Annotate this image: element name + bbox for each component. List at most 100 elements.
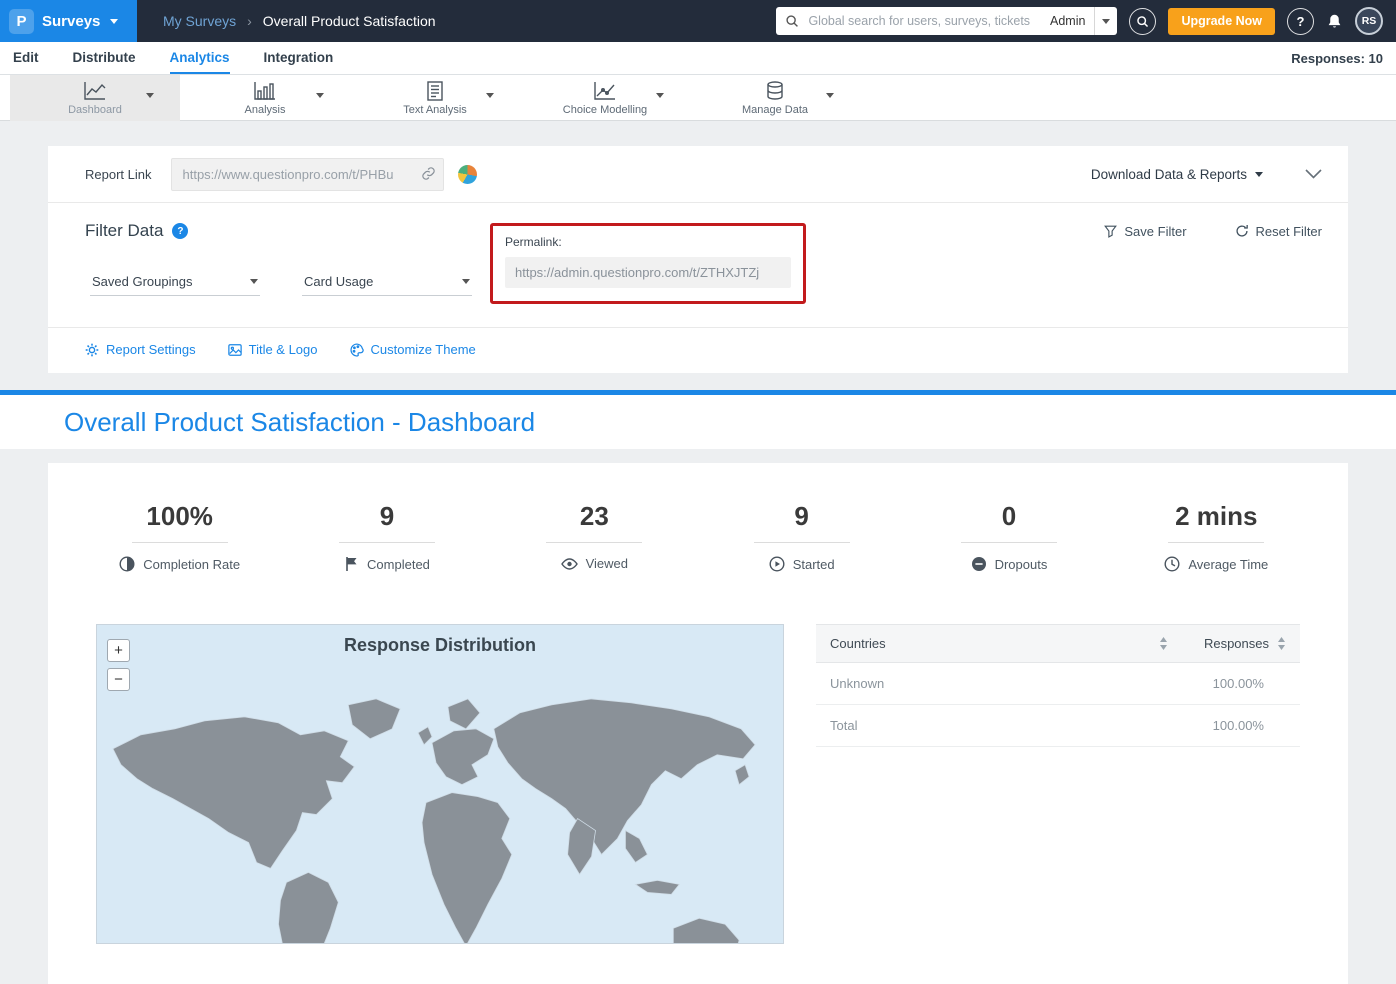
filter-section: Filter Data ? Save Filter Reset Filter S… — [48, 203, 1348, 327]
stat-dropouts: 0 Dropouts — [905, 501, 1112, 572]
reset-filter-button[interactable]: Reset Filter — [1235, 224, 1322, 239]
caret-down-icon — [250, 279, 258, 284]
table-row: Total 100.00% — [816, 705, 1300, 747]
notifications-button[interactable] — [1326, 13, 1343, 30]
collapse-panel-button[interactable] — [1305, 169, 1322, 179]
caret-down-icon[interactable] — [146, 93, 154, 98]
download-data-reports-menu[interactable]: Download Data & Reports — [1091, 167, 1263, 182]
permalink-label: Permalink: — [505, 235, 791, 249]
image-icon — [228, 343, 242, 357]
filter-data-title: Filter Data — [85, 221, 163, 241]
play-circle-icon — [769, 556, 785, 572]
dashboard-chart-icon — [82, 81, 108, 101]
stat-completion-rate: 100% Completion Rate — [76, 501, 283, 572]
toolbar-item-choice-modelling[interactable]: Choice Modelling — [520, 75, 690, 121]
completion-rate-icon — [119, 556, 135, 572]
caret-down-icon[interactable] — [316, 93, 324, 98]
responses-count: Responses: 10 — [1291, 51, 1383, 66]
page-title: Overall Product Satisfaction - Dashboard — [64, 407, 535, 438]
caret-down-icon — [1255, 172, 1263, 177]
search-scope-dropdown[interactable] — [1094, 7, 1117, 35]
user-avatar[interactable]: RS — [1355, 7, 1383, 35]
countries-table-header: Countries Responses — [816, 624, 1300, 663]
caret-down-icon — [1102, 19, 1110, 24]
survey-tabs: Edit Distribute Analytics Integration — [13, 42, 333, 74]
zoom-in-button[interactable]: + — [107, 639, 130, 662]
text-analysis-icon — [422, 81, 448, 101]
database-icon — [762, 81, 788, 101]
stat-completed: 9 Completed — [283, 501, 490, 572]
choice-modelling-icon — [592, 81, 618, 101]
filter-help-icon[interactable]: ? — [172, 223, 188, 239]
minus-circle-icon — [971, 556, 987, 572]
tab-analytics[interactable]: Analytics — [170, 42, 230, 74]
caret-down-icon[interactable] — [826, 93, 834, 98]
countries-table: Countries Responses Unknown 100.00% Tota… — [816, 624, 1300, 747]
report-insights-icon[interactable] — [458, 165, 477, 184]
toolbar-item-text-analysis[interactable]: Text Analysis — [350, 75, 520, 121]
bell-icon — [1326, 13, 1343, 30]
sort-icon — [1277, 637, 1286, 650]
tab-integration[interactable]: Integration — [264, 42, 334, 74]
countries-header-cell[interactable]: Countries — [830, 636, 1168, 651]
product-switcher[interactable]: P Surveys — [0, 0, 137, 42]
tab-edit[interactable]: Edit — [13, 42, 39, 74]
visualization-row: Response Distribution + − — [48, 624, 1348, 984]
funnel-icon — [1104, 225, 1117, 238]
sort-icon — [1159, 637, 1168, 650]
upgrade-now-button[interactable]: Upgrade Now — [1168, 8, 1275, 35]
report-settings-link[interactable]: Report Settings — [85, 342, 196, 357]
saved-groupings-select[interactable]: Saved Groupings — [90, 268, 260, 296]
help-button[interactable]: ? — [1287, 8, 1314, 35]
response-distribution-map[interactable]: Response Distribution + − — [96, 624, 784, 944]
survey-nav: Edit Distribute Analytics Integration Re… — [0, 42, 1396, 75]
stat-viewed: 23 Viewed — [491, 501, 698, 572]
caret-down-icon — [110, 19, 118, 24]
toolbar-item-dashboard[interactable]: Dashboard — [10, 75, 180, 121]
analysis-chart-icon — [252, 81, 278, 101]
dashboard-title-band: Overall Product Satisfaction - Dashboard — [0, 395, 1396, 449]
stat-average-time: 2 mins Average Time — [1113, 501, 1320, 572]
eye-icon — [561, 557, 578, 571]
reset-icon — [1235, 224, 1249, 238]
search-button[interactable] — [1129, 8, 1156, 35]
clock-icon — [1164, 556, 1180, 572]
world-map — [97, 671, 783, 944]
flag-icon — [344, 556, 359, 572]
report-link-field — [171, 158, 444, 191]
product-label: Surveys — [42, 13, 100, 30]
link-icon[interactable] — [421, 166, 436, 181]
report-link-row: Report Link Download Data & Reports — [48, 146, 1348, 202]
global-search-box[interactable]: Admin — [776, 7, 1094, 35]
customize-theme-link[interactable]: Customize Theme — [350, 342, 476, 357]
gear-icon — [85, 343, 99, 357]
analytics-toolbar: Dashboard Analysis Text Analysis Choice … — [0, 75, 1396, 121]
permalink-highlight-box: Permalink: — [490, 223, 806, 304]
stat-started: 9 Started — [698, 501, 905, 572]
search-icon — [785, 14, 799, 28]
global-search-input[interactable] — [806, 13, 1043, 29]
report-link-input[interactable] — [171, 158, 444, 191]
palette-icon — [350, 343, 364, 357]
save-filter-button[interactable]: Save Filter — [1104, 224, 1186, 239]
search-icon — [1136, 15, 1149, 28]
caret-down-icon[interactable] — [656, 93, 664, 98]
card-usage-select[interactable]: Card Usage — [302, 268, 472, 296]
report-filter-card: Report Link Download Data & Reports Filt… — [48, 146, 1348, 373]
tab-distribute[interactable]: Distribute — [73, 42, 136, 74]
responses-header-cell[interactable]: Responses — [1168, 636, 1286, 651]
stats-row: 100% Completion Rate 9 Completed 23 View… — [48, 501, 1348, 572]
breadcrumb-my-surveys[interactable]: My Surveys — [163, 13, 236, 29]
search-scope-label: Admin — [1050, 14, 1085, 28]
permalink-input[interactable] — [505, 257, 791, 288]
breadcrumb: My Surveys › Overall Product Satisfactio… — [163, 13, 436, 29]
caret-down-icon — [462, 279, 470, 284]
toolbar-item-analysis[interactable]: Analysis — [180, 75, 350, 121]
title-logo-link[interactable]: Title & Logo — [228, 342, 318, 357]
breadcrumb-current-survey: Overall Product Satisfaction — [263, 13, 436, 29]
topbar-actions: Admin Upgrade Now ? RS — [776, 7, 1396, 35]
toolbar-item-manage-data[interactable]: Manage Data — [690, 75, 860, 121]
caret-down-icon[interactable] — [486, 93, 494, 98]
global-search: Admin — [776, 7, 1117, 35]
breadcrumb-separator: › — [247, 13, 252, 29]
